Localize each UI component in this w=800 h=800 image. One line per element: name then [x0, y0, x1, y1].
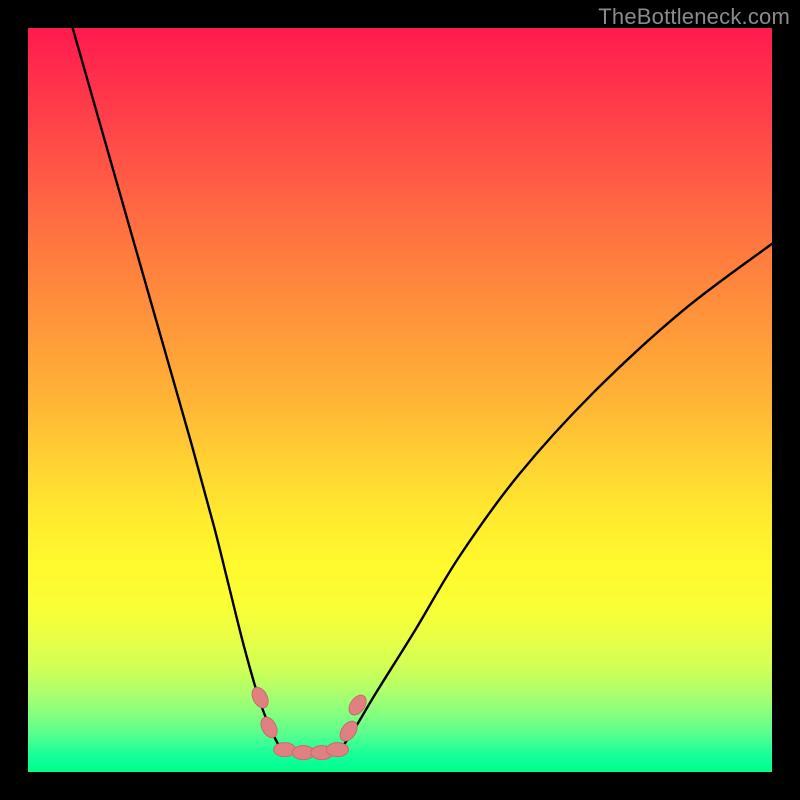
- valley-marker: [337, 718, 361, 744]
- watermark-text: TheBottleneck.com: [598, 4, 790, 30]
- plot-area: [28, 28, 772, 772]
- valley-marker: [346, 692, 370, 718]
- bottleneck-curve: [73, 28, 772, 753]
- valley-markers: [249, 685, 370, 760]
- curve-left-branch: [73, 28, 281, 750]
- valley-marker: [258, 714, 281, 740]
- curve-right-branch: [340, 244, 772, 750]
- chart-frame: TheBottleneck.com: [0, 0, 800, 800]
- valley-marker: [249, 685, 272, 711]
- curve-layer: [28, 28, 772, 772]
- valley-marker: [327, 743, 349, 757]
